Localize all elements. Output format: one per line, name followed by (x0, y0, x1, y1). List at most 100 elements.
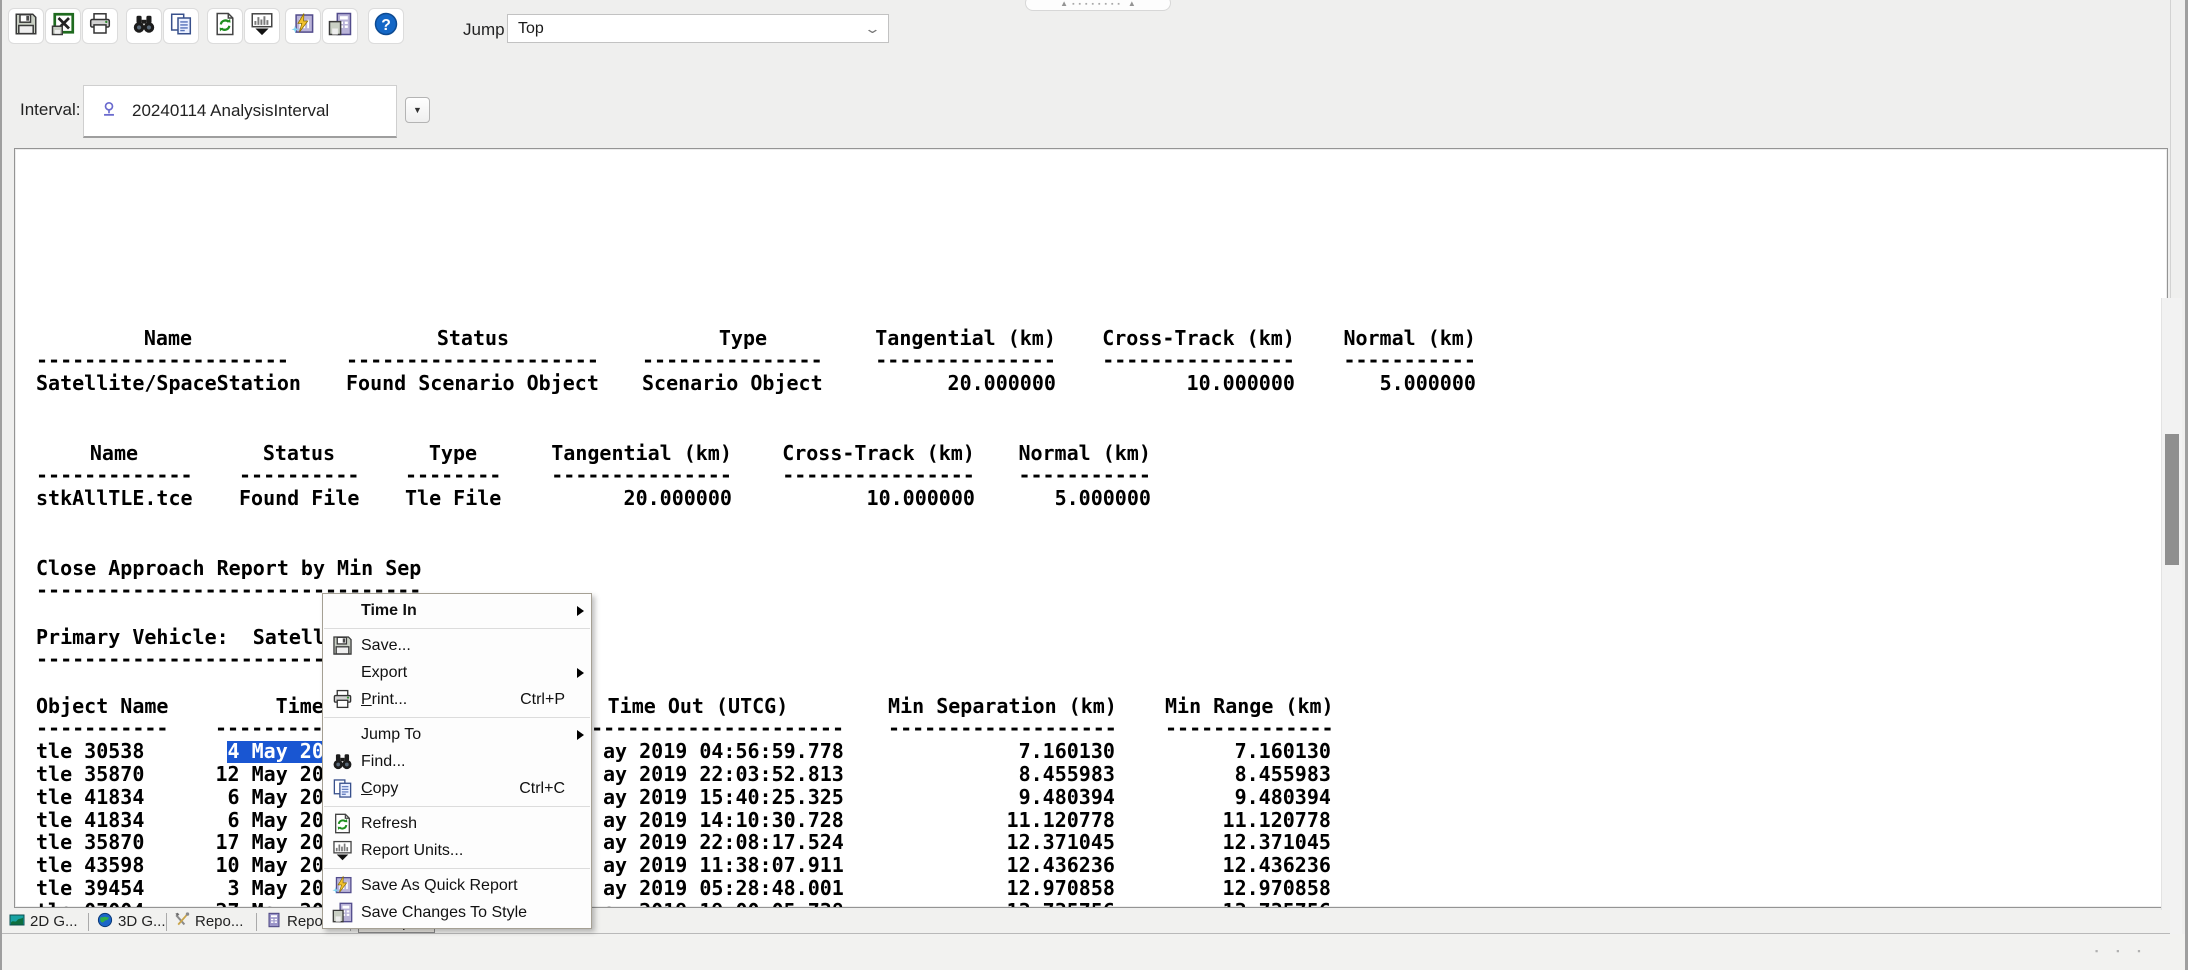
print-button[interactable] (82, 8, 118, 44)
report-doc-icon (266, 912, 282, 932)
menu-item-find[interactable]: Find... (323, 748, 591, 775)
row-min-separation: 12.371045 (1006, 830, 1115, 855)
resize-grip[interactable]: ▪▪▪ (2095, 946, 2165, 956)
table-2-cell: Found File (239, 486, 360, 510)
report-units-button[interactable] (244, 8, 280, 44)
menu-item-time-in[interactable]: Time In (323, 597, 591, 624)
grip-dots-icon: ▪▪▪▪▪▪▪▪ (1072, 1, 1124, 8)
menu-item-jump-to[interactable]: Jump To (323, 721, 591, 748)
row-object-name: tle 41834 (36, 784, 145, 809)
status-strip (2, 934, 2185, 970)
save-button[interactable] (8, 8, 44, 44)
main-table-header: Min Range (km) (1165, 694, 1334, 718)
interval-combobox[interactable]: 20240114 AnalysisInterval (83, 85, 397, 138)
save-style-icon (323, 902, 361, 923)
window-left-border (0, 0, 2, 970)
table-1-underline: --------------- (875, 348, 1056, 372)
menu-item-shortcut: Ctrl+C (519, 779, 565, 797)
vertical-scrollbar-thumb[interactable] (2165, 434, 2179, 565)
row-time-in: 17 May 201 (215, 830, 336, 855)
save-icon (323, 635, 361, 656)
tab-3[interactable]: Repo... (171, 911, 246, 932)
row-time-out: ay 2019 22:08:17.524 (603, 830, 844, 855)
save-changes-to-style-button[interactable] (322, 8, 358, 44)
menu-item-save-as-quick-report[interactable]: Save As Quick Report (323, 872, 591, 899)
find-button[interactable] (126, 8, 162, 44)
row-min-range: 7.160130 (1234, 739, 1331, 763)
submenu-arrow-icon (577, 605, 584, 616)
row-time-in: 6 May 201 (227, 784, 336, 809)
save-as-quick-report-button[interactable] (285, 8, 321, 44)
refresh-icon (323, 813, 361, 834)
interval-icon (100, 100, 118, 123)
interval-value: 20240114 AnalysisInterval (132, 101, 330, 120)
interval-dropdown-button[interactable]: ▼ (405, 97, 430, 123)
menu-item-label: Save... (361, 636, 411, 654)
table-1-cell: Satellite/SpaceStation (36, 371, 301, 395)
table-2-header: Cross-Track (km) (782, 441, 975, 465)
binoculars-icon (323, 751, 361, 772)
menu-item-refresh[interactable]: Refresh (323, 810, 591, 837)
print-icon (88, 12, 112, 41)
refresh-button[interactable] (207, 8, 243, 44)
table-2-header: Normal (km) (1018, 441, 1151, 465)
row-min-range: 12.436236 (1222, 853, 1331, 878)
help-button[interactable]: ? (368, 8, 404, 44)
export-excel-button[interactable] (45, 8, 81, 44)
row-time-in: 10 May 201 (215, 853, 336, 878)
menu-separator (323, 713, 591, 721)
menu-item-save-changes-to-style[interactable]: Save Changes To Style (323, 899, 591, 926)
tab-separator (88, 913, 89, 931)
row-time-out: ay 2019 04:56:59.778 (603, 739, 844, 763)
vertical-scrollbar[interactable] (2161, 298, 2182, 970)
toolbar-drag-handle[interactable]: ▲ ▪▪▪▪▪▪▪▪ ▲ (1025, 0, 1171, 11)
row-time-in: 12 May 201 (215, 761, 336, 786)
quick-report-icon (291, 12, 315, 41)
table-1-underline: ---------------- (1102, 348, 1295, 372)
main-table-underline: ------------------- (888, 716, 1117, 740)
tab-1[interactable]: 2D G... (6, 911, 81, 932)
table-2-cell: Tle File (405, 486, 502, 510)
menu-item-print[interactable]: Print... Ctrl+P (323, 686, 591, 713)
row-min-range: 12.371045 (1222, 830, 1331, 855)
separator-line (324, 867, 590, 869)
row-time-out: ay 2019 22:03:52.813 (603, 761, 844, 786)
menu-item-report-units[interactable]: Report Units... (323, 837, 591, 864)
row-min-range: 12.970858 (1222, 876, 1331, 901)
excel-export-icon (51, 12, 75, 41)
row-min-separation: 8.455983 (1018, 761, 1115, 786)
row-time-in: 6 May 201 (227, 807, 336, 832)
main-table-header: Min Separation (km) (888, 694, 1117, 718)
menu-item-label: Copy (361, 779, 399, 797)
tab-2[interactable]: 3D G... (94, 911, 169, 932)
report-units-icon (323, 840, 361, 861)
tab-label: 2D G... (30, 913, 78, 930)
main-table-header: Object Name (36, 694, 169, 718)
table-2-cell: 5.000000 (1054, 486, 1151, 510)
menu-separator (323, 864, 591, 872)
jump-select[interactable]: Top ⌄ (507, 14, 889, 43)
copy-button[interactable] (163, 8, 199, 44)
save-style-icon (328, 12, 352, 41)
table-1-header: Normal (km) (1343, 326, 1476, 350)
separator-line (324, 805, 590, 807)
menu-item-copy[interactable]: Copy Ctrl+C (323, 775, 591, 802)
row-object-name: tle 43598 (36, 853, 145, 878)
table-1-cell: 5.000000 (1379, 371, 1476, 395)
table-2-cell: stkAllTLE.tce (36, 486, 193, 510)
separator-line (324, 627, 590, 629)
table-2-cell: 20.000000 (623, 486, 732, 510)
print-icon (323, 689, 361, 710)
menu-item-export[interactable]: Export (323, 659, 591, 686)
table-2-header: Tangential (km) (551, 441, 732, 465)
help-icon: ? (374, 12, 398, 41)
menu-item-label: Save Changes To Style (361, 903, 528, 921)
table-1-underline: --------------------- (36, 348, 289, 372)
main-table-underline: ------------------------ (555, 716, 844, 740)
menu-item-save[interactable]: Save... (323, 632, 591, 659)
table-1-underline: ----------- (1343, 348, 1476, 372)
row-min-range: 8.455983 (1234, 761, 1331, 786)
table-1-underline: --------------------- (346, 348, 599, 372)
row-min-separation: 12.970858 (1006, 876, 1115, 901)
row-min-separation: 9.480394 (1018, 784, 1115, 809)
